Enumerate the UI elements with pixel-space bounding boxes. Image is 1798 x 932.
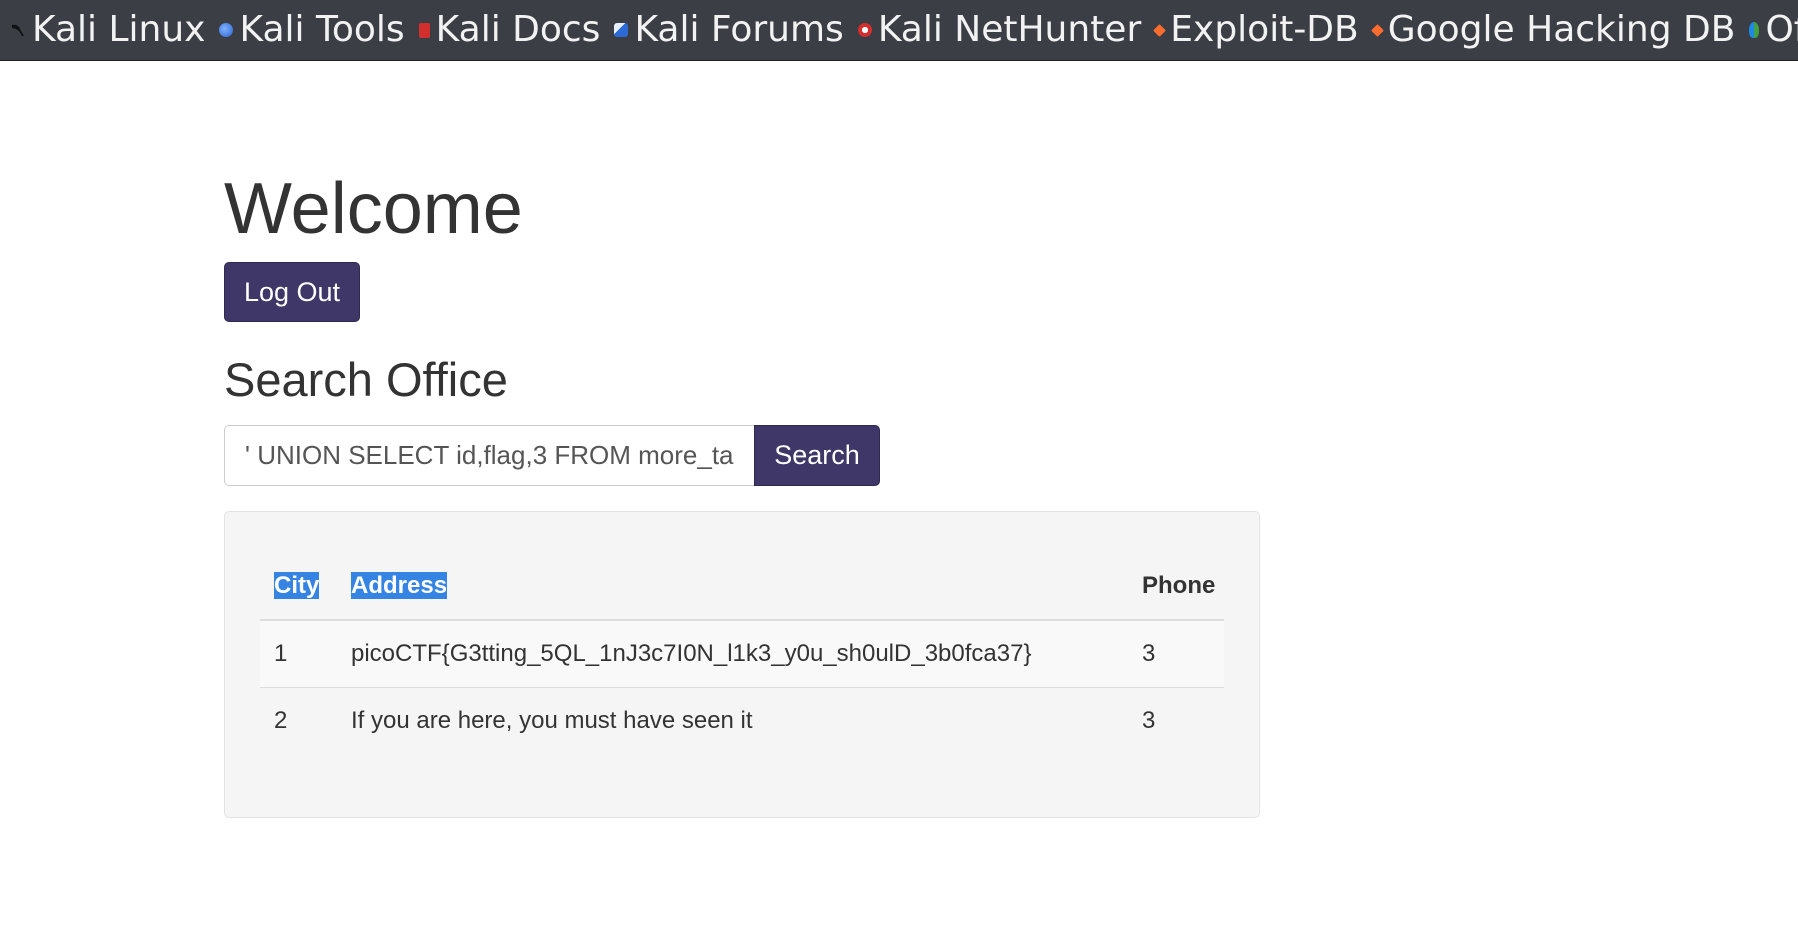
bookmarks-toolbar: Kali Linux Kali Tools Kali Docs Kali For… — [0, 0, 1798, 61]
search-button[interactable]: Search — [754, 425, 880, 486]
bookmark-kali-linux[interactable]: Kali Linux — [10, 12, 205, 48]
offsec-icon — [1749, 22, 1760, 38]
exploit-db-icon — [1153, 23, 1167, 37]
header-label-address: Address — [351, 571, 448, 599]
bookmark-kali-nethunter[interactable]: Kali NetHunter — [857, 9, 1142, 50]
kali-dragon-icon — [10, 22, 26, 38]
table-row: 2 If you are here, you must have seen it… — [260, 687, 1224, 754]
kali-nethunter-icon — [857, 23, 872, 37]
kali-tools-icon — [219, 23, 234, 37]
column-header-city: City — [260, 552, 337, 621]
bookmark-kali-docs[interactable]: Kali Docs — [418, 9, 601, 50]
bookmark-google-hacking-db[interactable]: Google Hacking DB — [1370, 9, 1736, 50]
table-row: 1 picoCTF{G3tting_5QL_1nJ3c7I0N_l1k3_y0u… — [260, 619, 1224, 688]
bookmark-label: Kali Forums — [634, 9, 844, 50]
cell-phone: 3 — [1128, 687, 1224, 754]
bookmark-label: Kali Docs — [435, 9, 601, 50]
bookmark-kali-forums[interactable]: Kali Forums — [614, 9, 844, 50]
kali-forums-icon — [614, 23, 629, 37]
results-panel: City Address Phone 1 picoCTF{G3tting_5QL… — [224, 511, 1260, 818]
bookmark-label: Google Hacking DB — [1387, 9, 1736, 50]
bookmark-label: Kali NetHunter — [877, 9, 1142, 50]
column-header-address: Address — [337, 552, 1128, 621]
bookmark-label: Kali Tools — [239, 9, 405, 50]
cell-city: 1 — [260, 619, 337, 688]
logout-button[interactable]: Log Out — [224, 262, 360, 322]
bookmark-offsec[interactable]: OffS — [1749, 12, 1798, 48]
column-header-phone: Phone — [1128, 552, 1224, 621]
cell-city: 2 — [260, 687, 337, 754]
page-title: Welcome — [224, 169, 523, 249]
bookmark-kali-tools[interactable]: Kali Tools — [219, 9, 405, 50]
bookmark-label: Kali Linux — [32, 9, 206, 50]
cell-address: If you are here, you must have seen it — [337, 687, 1128, 754]
cell-phone: 3 — [1128, 619, 1224, 688]
results-table: City Address Phone 1 picoCTF{G3tting_5QL… — [260, 552, 1224, 754]
header-label-city: City — [274, 571, 320, 599]
bookmark-exploit-db[interactable]: Exploit-DB — [1153, 9, 1359, 50]
search-section-title: Search Office — [224, 353, 508, 406]
kali-docs-icon — [418, 22, 430, 38]
header-label-phone: Phone — [1142, 571, 1216, 599]
ghdb-icon — [1370, 23, 1384, 37]
table-header-row: City Address Phone — [260, 552, 1224, 621]
search-input[interactable] — [224, 425, 754, 486]
cell-address: picoCTF{G3tting_5QL_1nJ3c7I0N_l1k3_y0u_s… — [337, 619, 1128, 688]
bookmark-label: Exploit-DB — [1170, 9, 1359, 50]
bookmark-label: OffS — [1765, 9, 1798, 50]
